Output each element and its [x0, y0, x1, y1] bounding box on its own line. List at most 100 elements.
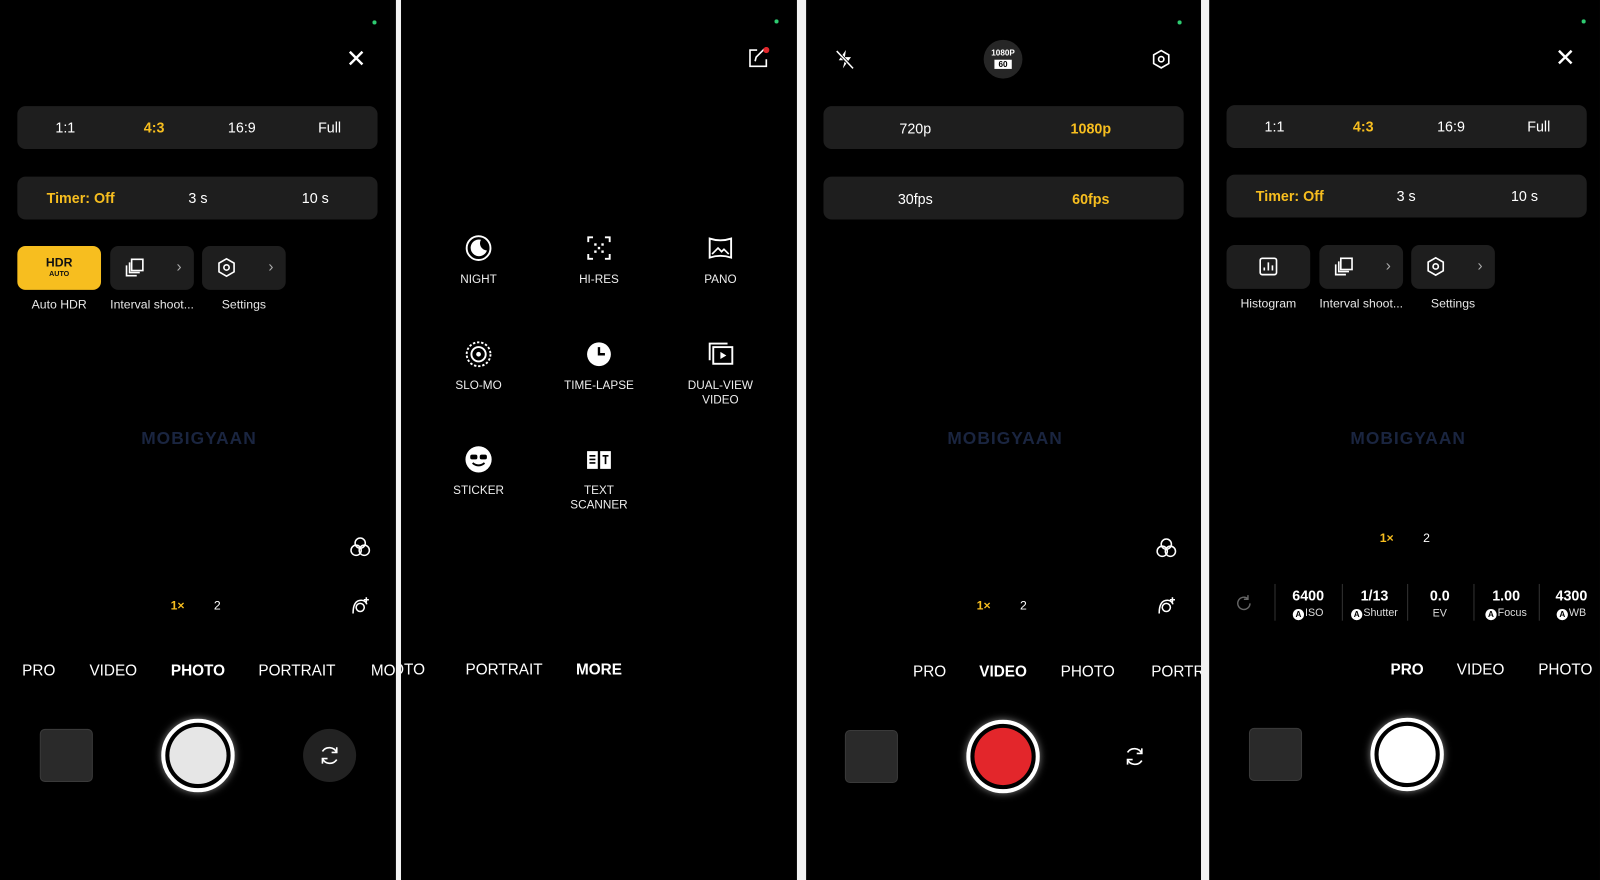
interval-label: Interval shoot... — [1319, 296, 1404, 311]
hi-res-icon — [587, 236, 611, 260]
switch-camera-icon — [1126, 747, 1143, 766]
watermark: MOBIGYAAN — [141, 428, 257, 449]
settings-label: Settings — [221, 297, 266, 312]
timer-off[interactable]: Timer: Off — [1256, 188, 1324, 204]
chevron-right-icon: › — [1477, 257, 1483, 275]
zoom-2x[interactable]: 2 — [1020, 598, 1027, 612]
aspect-16-9[interactable]: 16:9 — [1437, 118, 1465, 134]
timer-10s[interactable]: 10 s — [1511, 188, 1538, 204]
close-icon[interactable]: ✕ — [346, 44, 367, 74]
mode-item-label: HI-RES — [579, 273, 619, 286]
mode-pro[interactable]: PRO — [1391, 661, 1424, 678]
fps-60[interactable]: 60fps — [1072, 191, 1109, 207]
video-mode-screen: 1080P 60 720p 1080p 30fps 60fps MOBIGYAA… — [806, 0, 1202, 880]
mode-more[interactable]: MORE — [576, 661, 622, 678]
settings-icon — [218, 257, 235, 278]
histogram-button[interactable] — [1226, 245, 1311, 289]
status-dot — [1177, 20, 1182, 25]
portrait-retouch-icon[interactable] — [1155, 595, 1177, 617]
gallery-thumbnail[interactable] — [1248, 727, 1303, 781]
mode-portrait[interactable]: PORTRAIT — [1151, 663, 1201, 680]
auto-badge-icon: A — [1292, 608, 1305, 621]
settings-icon[interactable] — [1151, 49, 1171, 69]
mode-portrait[interactable]: PORTRAIT — [258, 662, 335, 679]
aspect-4-3[interactable]: 4:3 — [144, 119, 165, 135]
timer-10s[interactable]: 10 s — [302, 190, 329, 206]
mode-portrait[interactable]: PORTRAIT — [466, 661, 543, 678]
auto-hdr-label: Auto HDR — [31, 297, 87, 312]
zoom-2x[interactable]: 2 — [1423, 531, 1430, 545]
photo-mode-screen: ✕ 1:1 4:3 16:9 Full Timer: Off 3 s 10 s … — [0, 0, 396, 880]
night-icon — [465, 235, 492, 261]
mode-pro[interactable]: PRO — [22, 662, 55, 679]
portrait-retouch-icon[interactable] — [349, 595, 371, 617]
timer-bar: Timer: Off 3 s 10 s — [17, 176, 378, 220]
aspect-full[interactable]: Full — [1527, 118, 1550, 134]
param-value: 1.00 — [1492, 587, 1521, 604]
param-label-wrap: EV — [1433, 607, 1447, 619]
histogram-label: Histogram — [1240, 296, 1297, 311]
pro-mode-screen: ✕ 1:1 4:3 16:9 Full Timer: Off 3 s 10 s … — [1209, 0, 1600, 880]
fps-30[interactable]: 30fps — [898, 191, 933, 207]
interval-shooting-button[interactable]: › — [1319, 245, 1404, 289]
interval-icon — [125, 258, 144, 277]
shutter-button[interactable] — [1370, 717, 1444, 792]
aspect-1-1[interactable]: 1:1 — [1265, 118, 1285, 134]
divider — [1473, 583, 1475, 621]
timer-bar: Timer: Off 3 s 10 s — [1226, 174, 1587, 218]
mode-item-label: PANO — [704, 273, 737, 286]
settings-button[interactable]: › — [202, 246, 286, 290]
res-1080p[interactable]: 1080p — [1071, 120, 1112, 136]
zoom-2x[interactable]: 2 — [214, 598, 221, 612]
zoom-1x[interactable]: 1× — [1380, 531, 1394, 545]
aspect-1-1[interactable]: 1:1 — [55, 119, 75, 135]
zoom-1x[interactable]: 1× — [171, 598, 185, 612]
edit-icon[interactable] — [747, 46, 770, 69]
timer-3s[interactable]: 3 s — [188, 190, 207, 206]
aspect-16-9[interactable]: 16:9 — [228, 119, 256, 135]
flash-off-icon[interactable] — [834, 48, 856, 70]
close-icon[interactable]: ✕ — [1555, 43, 1576, 73]
param-value: 6400 — [1292, 587, 1325, 604]
mode-pro[interactable]: PRO — [913, 663, 946, 680]
timer-off[interactable]: Timer: Off — [47, 190, 115, 206]
filter-icon[interactable] — [1155, 537, 1177, 559]
reset-icon[interactable] — [1235, 594, 1253, 612]
mode-item-label: NIGHT — [460, 273, 497, 286]
res-720p[interactable]: 720p — [899, 120, 931, 136]
switch-camera-button[interactable] — [1108, 730, 1161, 783]
mode-video[interactable]: VIDEO — [979, 663, 1027, 680]
shutter-button[interactable] — [161, 718, 235, 793]
mode-video[interactable]: VIDEO — [89, 662, 137, 679]
status-dot — [1581, 19, 1586, 24]
mode-photo[interactable]: PHOTO — [171, 662, 225, 679]
mode-photo[interactable]: PHOTO — [1538, 661, 1592, 678]
mode-item-label: DUAL-VIEW VIDEO — [687, 379, 754, 407]
timer-3s[interactable]: 3 s — [1397, 188, 1416, 204]
mode-photo[interactable]: PHOTO — [1061, 663, 1115, 680]
auto-hdr-button[interactable]: HDR AUTO — [17, 246, 102, 290]
aspect-4-3[interactable]: 4:3 — [1353, 118, 1374, 134]
chevron-right-icon: › — [1385, 257, 1391, 275]
mode-photo[interactable]: PHOTO — [401, 661, 425, 678]
aspect-full[interactable]: Full — [318, 119, 341, 135]
record-button[interactable] — [966, 719, 1040, 794]
more-modes-screen: NIGHT HI-RES PANO SLO-MO TIME-LAPSE DUAL-VIEW… — [401, 0, 797, 880]
param-label-wrap: A ISO — [1292, 606, 1324, 621]
mode-video[interactable]: VIDEO — [1457, 661, 1505, 678]
hdr-icon-text: HDR — [45, 255, 73, 270]
gallery-thumbnail[interactable] — [844, 729, 898, 784]
switch-camera-button[interactable] — [303, 728, 357, 783]
resolution-badge-button[interactable]: 1080P 60 — [983, 39, 1023, 79]
filter-icon[interactable] — [349, 536, 371, 558]
dual-view-icon — [708, 342, 734, 365]
gallery-thumbnail[interactable] — [39, 728, 93, 783]
zoom-1x[interactable]: 1× — [977, 598, 991, 612]
param-label: EV — [1432, 607, 1447, 620]
auto-badge-icon: A — [1485, 608, 1497, 621]
param-label: ISO — [1305, 606, 1324, 620]
interval-shooting-button[interactable]: › — [110, 246, 194, 290]
settings-button[interactable]: › — [1411, 245, 1495, 289]
mode-more[interactable]: MORE — [371, 662, 396, 679]
histogram-icon — [1259, 257, 1278, 276]
